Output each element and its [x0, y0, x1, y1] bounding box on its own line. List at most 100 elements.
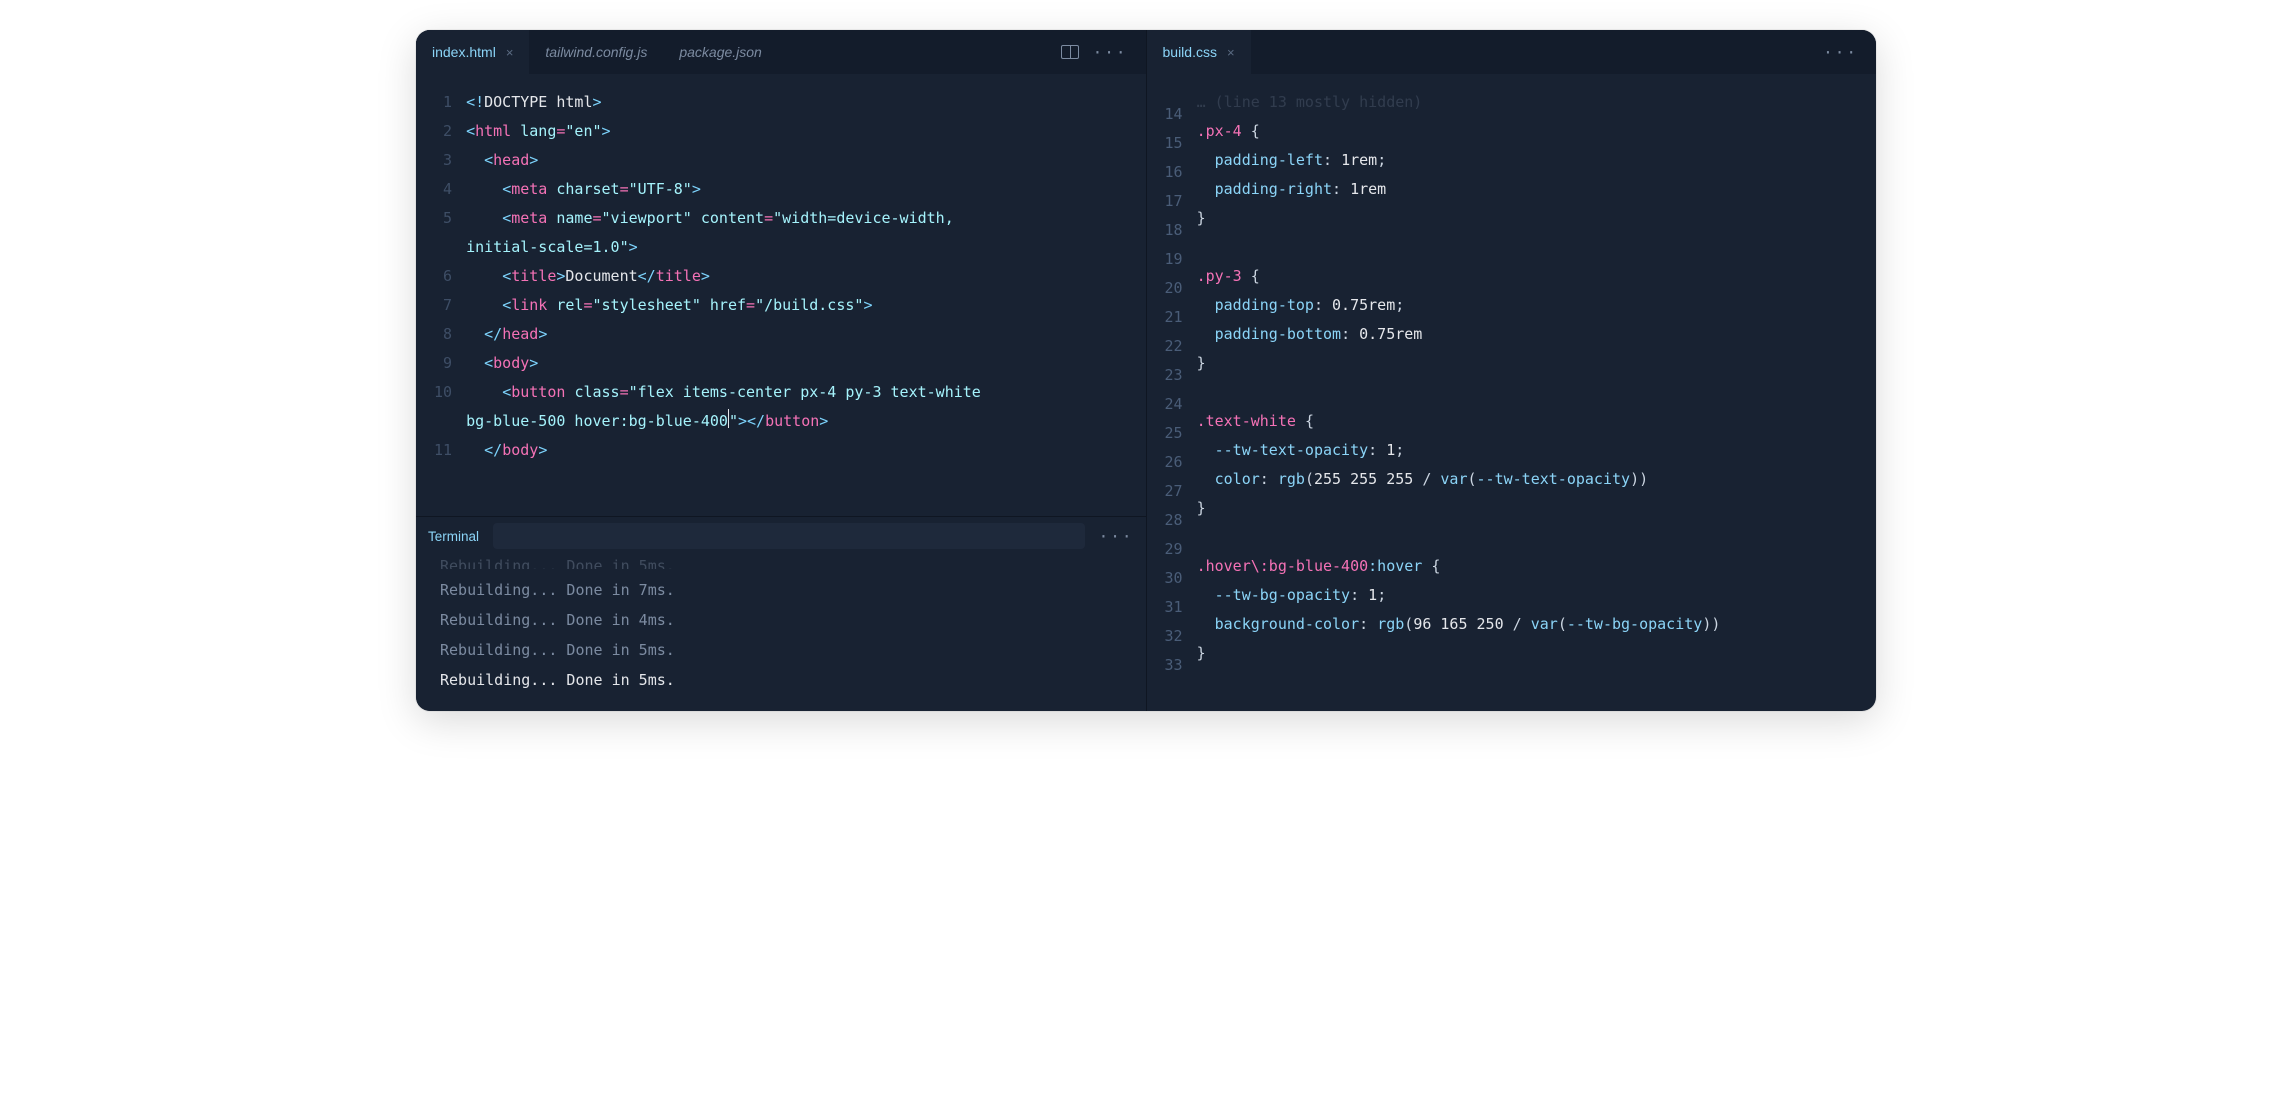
- line-number: 32: [1165, 622, 1183, 651]
- close-icon[interactable]: ×: [1227, 45, 1235, 60]
- close-icon[interactable]: ×: [506, 45, 514, 60]
- code-line[interactable]: padding-bottom: 0.75rem: [1197, 320, 1876, 349]
- split-editor-icon[interactable]: [1061, 45, 1079, 59]
- code-line[interactable]: [1197, 233, 1876, 262]
- line-number: 25: [1165, 419, 1183, 448]
- code-line[interactable]: }: [1197, 204, 1876, 233]
- code-line[interactable]: <link rel="stylesheet" href="/build.css"…: [466, 291, 1145, 320]
- code-line[interactable]: <!DOCTYPE html>: [466, 88, 1145, 117]
- code-line[interactable]: </body>: [466, 436, 1145, 465]
- line-number: 24: [1165, 390, 1183, 419]
- line-number: 31: [1165, 593, 1183, 622]
- line-number: 30: [1165, 564, 1183, 593]
- code-line[interactable]: [1197, 668, 1876, 697]
- line-number: 29: [1165, 535, 1183, 564]
- line-number: 3: [434, 146, 452, 175]
- right-tabbar: build.css × ···: [1147, 30, 1877, 74]
- line-number: 9: [434, 349, 452, 378]
- code-line[interactable]: </head>: [466, 320, 1145, 349]
- terminal-more-icon[interactable]: ···: [1099, 527, 1134, 546]
- line-number: 7: [434, 291, 452, 320]
- line-number: 2: [434, 117, 452, 146]
- code-line[interactable]: }: [1197, 349, 1876, 378]
- code-line[interactable]: <head>: [466, 146, 1145, 175]
- line-number: 26: [1165, 448, 1183, 477]
- tab-package-json[interactable]: package.json: [663, 30, 778, 74]
- line-number: [434, 407, 452, 436]
- right-gutter: 1314151617181920212223242526272829303132…: [1147, 88, 1197, 697]
- code-line[interactable]: .px-4 {: [1197, 117, 1876, 146]
- code-line[interactable]: <title>Document</title>: [466, 262, 1145, 291]
- right-code-area[interactable]: 1314151617181920212223242526272829303132…: [1147, 74, 1877, 711]
- code-line[interactable]: <body>: [466, 349, 1145, 378]
- tab-label: tailwind.config.js: [545, 44, 647, 60]
- tab-index-html[interactable]: index.html ×: [416, 30, 529, 74]
- more-icon[interactable]: ···: [1823, 43, 1858, 62]
- line-number: 14: [1165, 100, 1183, 129]
- line-number: 19: [1165, 245, 1183, 274]
- code-line[interactable]: background-color: rgb(96 165 250 / var(-…: [1197, 610, 1876, 639]
- terminal-panel: Terminal ··· Rebuilding... Done in 5ms.R…: [416, 516, 1146, 711]
- code-line[interactable]: [1197, 378, 1876, 407]
- terminal-tab[interactable]: Terminal: [428, 525, 479, 548]
- editor-window: index.html × tailwind.config.js package.jso…: [416, 30, 1876, 711]
- line-number: 16: [1165, 158, 1183, 187]
- right-tabbar-actions: ···: [1823, 43, 1866, 62]
- tab-label: package.json: [679, 44, 762, 60]
- code-line[interactable]: --tw-text-opacity: 1;: [1197, 436, 1876, 465]
- line-number: 33: [1165, 651, 1183, 680]
- line-number: 22: [1165, 332, 1183, 361]
- right-pane: build.css× ··· 1314151617181920212223242…: [1147, 30, 1877, 711]
- line-number: 17: [1165, 187, 1183, 216]
- line-number: 11: [434, 436, 452, 465]
- tab-tailwind-config-js[interactable]: tailwind.config.js: [529, 30, 663, 74]
- line-number: 23: [1165, 361, 1183, 390]
- left-gutter: 12345 678910 11: [416, 88, 466, 502]
- line-number: 4: [434, 175, 452, 204]
- line-number: 27: [1165, 477, 1183, 506]
- code-line[interactable]: <button class="flex items-center px-4 py…: [466, 378, 1145, 407]
- code-line[interactable]: }: [1197, 639, 1876, 668]
- code-line[interactable]: padding-right: 1rem: [1197, 175, 1876, 204]
- line-number: 1: [434, 88, 452, 117]
- code-line[interactable]: .hover\:bg-blue-400:hover {: [1197, 552, 1876, 581]
- terminal-line: Rebuilding... Done in 5ms.: [440, 551, 1128, 569]
- terminal-input[interactable]: [493, 523, 1085, 549]
- line-number: 18: [1165, 216, 1183, 245]
- code-line[interactable]: … (line 13 mostly hidden): [1197, 88, 1876, 117]
- code-line[interactable]: --tw-bg-opacity: 1;: [1197, 581, 1876, 610]
- code-line[interactable]: bg-blue-500 hover:bg-blue-400"></button>: [466, 407, 1145, 436]
- terminal-header: Terminal ···: [416, 517, 1146, 555]
- tab-build-css[interactable]: build.css ×: [1147, 30, 1251, 74]
- code-line[interactable]: initial-scale=1.0">: [466, 233, 1145, 262]
- terminal-line: Rebuilding... Done in 4ms.: [440, 605, 1128, 635]
- code-line[interactable]: padding-top: 0.75rem;: [1197, 291, 1876, 320]
- code-line[interactable]: .text-white {: [1197, 407, 1876, 436]
- line-number: 20: [1165, 274, 1183, 303]
- code-line[interactable]: [1197, 523, 1876, 552]
- more-icon[interactable]: ···: [1093, 43, 1128, 62]
- line-number: 5: [434, 204, 452, 233]
- terminal-line: Rebuilding... Done in 5ms.: [440, 635, 1128, 665]
- line-number: 21: [1165, 303, 1183, 332]
- code-line[interactable]: <meta charset="UTF-8">: [466, 175, 1145, 204]
- code-line[interactable]: }: [1197, 494, 1876, 523]
- code-line[interactable]: color: rgb(255 255 255 / var(--tw-text-o…: [1197, 465, 1876, 494]
- line-number: 10: [434, 378, 452, 407]
- right-code-content[interactable]: … (line 13 mostly hidden).px-4 { padding…: [1197, 88, 1876, 697]
- left-code-area[interactable]: 12345 678910 11 <!DOCTYPE html><html lan…: [416, 74, 1146, 516]
- code-line[interactable]: .py-3 {: [1197, 262, 1876, 291]
- line-number: 8: [434, 320, 452, 349]
- left-tabbar: index.html × tailwind.config.js package.jso…: [416, 30, 1146, 74]
- left-pane: index.html × tailwind.config.js package.jso…: [416, 30, 1147, 711]
- code-line[interactable]: <html lang="en">: [466, 117, 1145, 146]
- tab-label: index.html: [432, 44, 496, 60]
- code-line[interactable]: <meta name="viewport" content="width=dev…: [466, 204, 1145, 233]
- line-number: 28: [1165, 506, 1183, 535]
- terminal-line: Rebuilding... Done in 5ms.: [440, 665, 1128, 695]
- terminal-body[interactable]: Rebuilding... Done in 5ms.Rebuilding... …: [416, 555, 1146, 711]
- code-line[interactable]: padding-left: 1rem;: [1197, 146, 1876, 175]
- terminal-line: Rebuilding... Done in 7ms.: [440, 575, 1128, 605]
- tab-label: build.css: [1163, 44, 1217, 60]
- left-code-content[interactable]: <!DOCTYPE html><html lang="en"> <head> <…: [466, 88, 1145, 502]
